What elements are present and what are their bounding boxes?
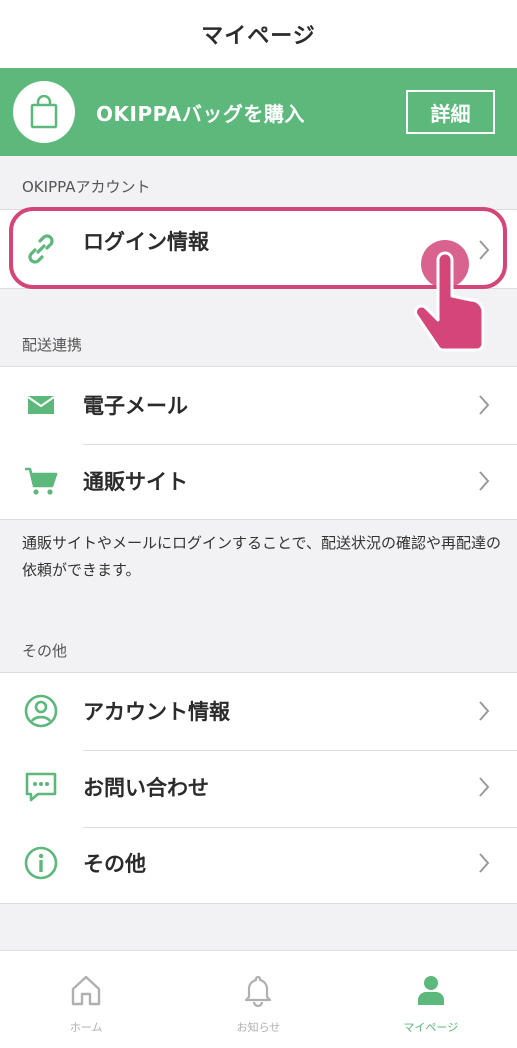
section-header-other: その他 xyxy=(22,642,68,660)
mail-icon xyxy=(22,386,60,424)
cart-icon xyxy=(22,462,60,500)
tab-home-label: ホーム xyxy=(69,1021,103,1034)
contact-row[interactable]: お問い合わせ xyxy=(0,749,517,825)
other-row[interactable]: その他 xyxy=(0,825,517,901)
ec-site-row[interactable]: 通販サイト xyxy=(0,443,517,519)
tab-notifications-label: お知らせ xyxy=(236,1021,281,1034)
chevron-right-icon xyxy=(477,851,491,875)
other-label: その他 xyxy=(83,852,146,876)
chevron-right-icon xyxy=(477,699,491,723)
home-icon xyxy=(69,973,103,1011)
ec-site-label: 通販サイト xyxy=(83,470,188,494)
info-icon xyxy=(22,844,60,882)
login-info-label: ログイン情報 xyxy=(83,230,209,254)
account-info-row[interactable]: アカウント情報 xyxy=(0,673,517,749)
section-header-account: OKIPPAアカウント xyxy=(22,178,151,196)
chevron-right-icon xyxy=(477,775,491,799)
detail-button[interactable]: 詳細 xyxy=(406,90,495,134)
section-header-delivery: 配送連携 xyxy=(22,336,83,354)
tab-mypage[interactable]: マイページ xyxy=(345,951,517,1048)
shopping-bag-icon xyxy=(13,81,75,143)
link-icon xyxy=(22,230,60,268)
bell-icon xyxy=(241,973,275,1011)
delivery-note: 通販サイトやメールにログインすることで、配送状況の確認や再配達の依頼ができます。 xyxy=(22,534,501,579)
pointing-hand-icon xyxy=(405,238,495,360)
contact-label: お問い合わせ xyxy=(83,776,209,800)
email-row[interactable]: 電子メール xyxy=(0,367,517,443)
email-label: 電子メール xyxy=(83,394,188,418)
banner-text: OKIPPAバッグを購入 xyxy=(96,101,305,126)
page-title: マイページ xyxy=(201,24,316,49)
tab-mypage-label: マイページ xyxy=(403,1021,459,1034)
chat-bubble-icon xyxy=(22,768,60,806)
person-icon xyxy=(414,973,448,1011)
top-bar: マイページ xyxy=(0,0,517,68)
chevron-right-icon xyxy=(477,393,491,417)
other-group: アカウント情報 お問い合わせ その他 xyxy=(0,672,517,904)
account-info-label: アカウント情報 xyxy=(83,700,230,724)
account-circle-icon xyxy=(22,692,60,730)
tab-home[interactable]: ホーム xyxy=(0,951,172,1048)
chevron-right-icon xyxy=(477,469,491,493)
delivery-group: 電子メール 通販サイト xyxy=(0,366,517,520)
buy-bag-banner[interactable]: OKIPPAバッグを購入 詳細 xyxy=(0,68,517,156)
bottom-tab-bar: ホーム お知らせ マイページ xyxy=(0,950,517,1048)
tab-notifications[interactable]: お知らせ xyxy=(172,951,344,1048)
